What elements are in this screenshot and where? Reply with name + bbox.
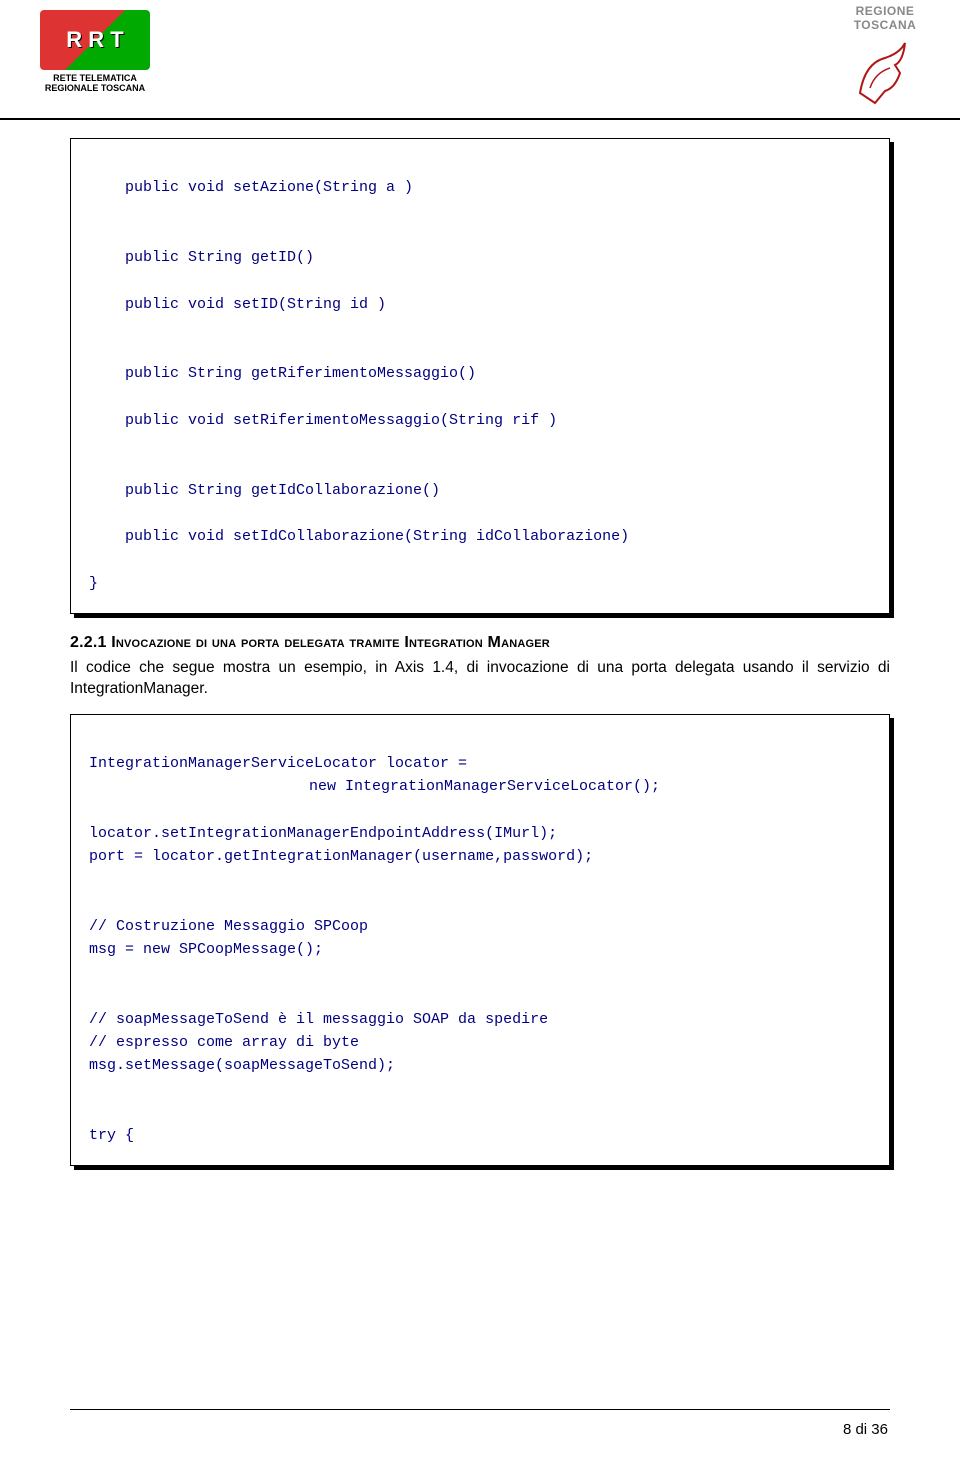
page-header: R R T RETE TELEMATICA REGIONALE TOSCANA … [0,0,960,120]
logo-left: R R T RETE TELEMATICA REGIONALE TOSCANA [20,10,170,94]
page-content: public void setAzione(String a ) public … [0,128,960,1166]
code-line: public String getRiferimentoMessaggio() [89,362,871,385]
logo-right: REGIONE TOSCANA [830,5,940,113]
code-line: msg.setMessage(soapMessageToSend); [89,1057,395,1074]
code-line: try { [89,1127,134,1144]
section-title-text: Invocazione di una porta delegata tramit… [111,634,550,651]
rrt-caption-line2: REGIONALE TOSCANA [20,84,170,94]
code-line: locator.setIntegrationManagerEndpointAdd… [89,825,557,842]
code-line: msg = new SPCoopMessage(); [89,941,323,958]
regione-line2: TOSCANA [830,19,940,31]
code-line: public String getIdCollaborazione() [89,479,871,502]
section-paragraph: Il codice che segue mostra un esempio, i… [70,658,890,700]
code-line: new IntegrationManagerServiceLocator(); [89,775,871,798]
code-line: public void setIdCollaborazione(String i… [89,525,871,548]
pegasus-emblem-icon [845,33,925,113]
code-line: IntegrationManagerServiceLocator locator… [89,755,467,772]
regione-line1: REGIONE [830,5,940,17]
page-number: 8 di 36 [843,1421,888,1438]
code-box-1: public void setAzione(String a ) public … [70,138,890,614]
code-line: public void setAzione(String a ) [89,176,871,199]
code-line: port = locator.getIntegrationManager(use… [89,848,593,865]
code-line: } [89,572,871,595]
code-line: public void setID(String id ) [89,293,871,316]
code-box-2: IntegrationManagerServiceLocator locator… [70,714,890,1167]
section-number: 2.2.1 [70,634,111,651]
footer-rule [70,1409,890,1410]
rrt-logo-icon: R R T [40,10,150,70]
code-line: // espresso come array di byte [89,1034,359,1051]
code-line: public String getID() [89,246,871,269]
section-heading: 2.2.1 Invocazione di una porta delegata … [70,634,890,652]
code-line: // soapMessageToSend è il messaggio SOAP… [89,1011,548,1028]
code-line: // Costruzione Messaggio SPCoop [89,918,368,935]
code-line: public void setRiferimentoMessaggio(Stri… [89,409,871,432]
